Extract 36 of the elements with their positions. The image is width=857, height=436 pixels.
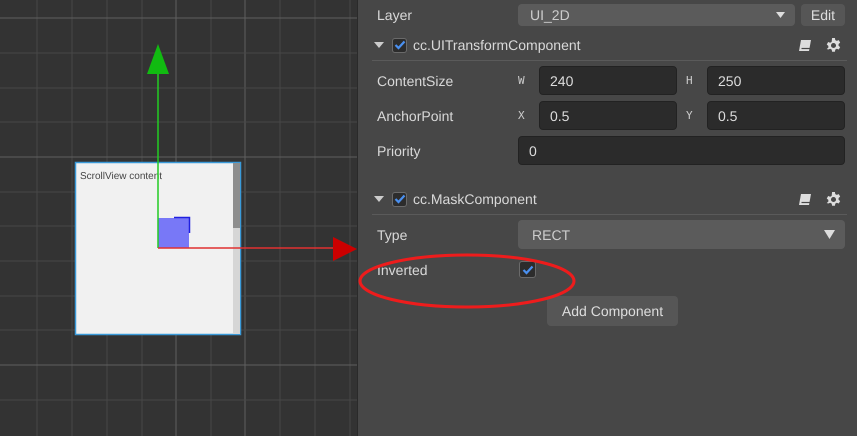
component-title: cc.UITransformComponent <box>413 37 582 53</box>
number-field[interactable]: 0.5 <box>707 101 845 130</box>
caret-icon <box>824 230 835 239</box>
number-field[interactable]: 250 <box>707 66 845 95</box>
edit-button[interactable]: Edit <box>800 4 845 26</box>
book-icon[interactable] <box>798 38 812 52</box>
property-label: Type <box>377 226 408 242</box>
layer-label: Layer <box>377 7 414 23</box>
settings-icon[interactable] <box>826 192 841 206</box>
book-icon[interactable] <box>798 192 812 206</box>
axis-label: H <box>686 74 694 87</box>
add-component-button[interactable]: Add Component <box>546 296 678 326</box>
component-title: cc.MaskComponent <box>413 191 538 207</box>
settings-icon[interactable] <box>826 38 841 52</box>
inverted-checkbox[interactable] <box>519 261 536 278</box>
caret-icon <box>776 12 785 18</box>
type-dropdown[interactable]: RECT <box>518 220 845 249</box>
axis-label: W <box>518 74 526 87</box>
layer-dropdown[interactable]: UI_2D <box>518 4 795 26</box>
enable-checkbox[interactable] <box>392 192 407 206</box>
axis-label: X <box>518 109 526 122</box>
collapse-arrow-icon[interactable] <box>374 42 384 48</box>
checkmark-icon <box>394 40 406 50</box>
property-label: AnchorPoint <box>377 108 454 124</box>
checkmark-icon <box>522 264 534 274</box>
property-label: ContentSize <box>377 72 454 88</box>
property-label: Priority <box>377 142 422 158</box>
axis-label: Y <box>686 109 694 122</box>
number-field[interactable]: 0.5 <box>539 101 677 130</box>
checkmark-icon <box>394 194 406 204</box>
number-field[interactable]: 240 <box>539 66 677 95</box>
enable-checkbox[interactable] <box>392 38 407 52</box>
number-field[interactable]: 0 <box>518 136 845 165</box>
anchor-square <box>158 216 190 248</box>
property-label: Inverted <box>377 262 429 278</box>
collapse-arrow-icon[interactable] <box>374 196 384 202</box>
